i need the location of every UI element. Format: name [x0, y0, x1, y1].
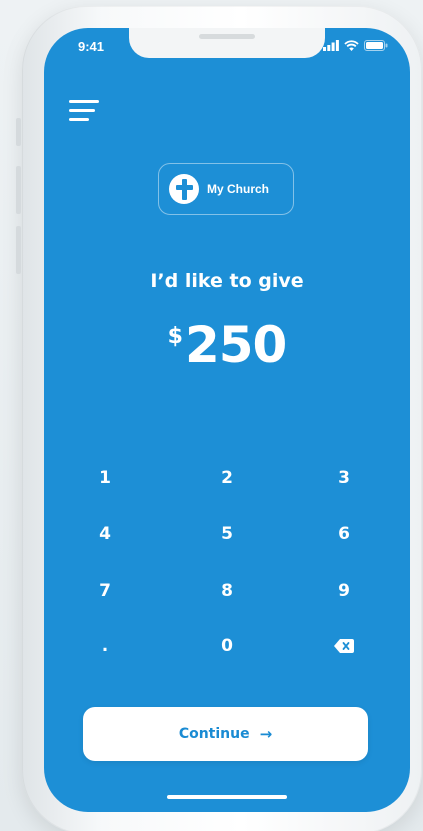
keypad-key-1[interactable]: 1 [75, 458, 135, 498]
volume-down-button [16, 226, 21, 274]
wifi-icon [344, 40, 359, 51]
mockup-stage: 9:41 My Church I’d like to give $250 1 2… [0, 0, 423, 831]
arrow-right-icon: → [259, 725, 273, 743]
cross-icon [169, 174, 199, 204]
keypad-key-3[interactable]: 3 [314, 458, 374, 498]
speaker-grille [199, 34, 255, 39]
keypad-key-4[interactable]: 4 [75, 514, 135, 554]
status-icons [323, 40, 388, 51]
keypad-key-7[interactable]: 7 [75, 571, 135, 611]
continue-label: Continue [178, 726, 250, 742]
hamburger-menu-icon [69, 100, 99, 121]
app-screen: 9:41 My Church I’d like to give $250 1 2… [44, 28, 410, 812]
amount-value: 250 [184, 316, 287, 374]
amount-display: $250 [44, 316, 410, 374]
keypad-backspace-button[interactable] [314, 626, 374, 666]
keypad-key-2[interactable]: 2 [197, 458, 257, 498]
battery-icon [364, 40, 388, 51]
currency-symbol: $ [167, 324, 183, 349]
give-heading: I’d like to give [150, 270, 304, 292]
home-indicator[interactable] [167, 795, 287, 799]
keypad-key-8[interactable]: 8 [197, 571, 257, 611]
keypad-key-9[interactable]: 9 [314, 571, 374, 611]
continue-button[interactable]: Continue → [83, 707, 368, 761]
keypad-key-0[interactable]: 0 [197, 626, 257, 666]
menu-button[interactable] [69, 100, 103, 126]
backspace-icon [334, 639, 354, 653]
church-selector-button[interactable]: My Church [158, 163, 294, 215]
church-selector-label: My Church [207, 182, 270, 196]
keypad-key-5[interactable]: 5 [197, 514, 257, 554]
keypad-key-6[interactable]: 6 [314, 514, 374, 554]
notch [129, 28, 325, 58]
cellular-signal-icon [323, 40, 339, 51]
mute-switch [16, 118, 21, 146]
volume-up-button [16, 166, 21, 214]
keypad-key-decimal[interactable]: . [75, 626, 135, 666]
status-time: 9:41 [78, 39, 105, 54]
